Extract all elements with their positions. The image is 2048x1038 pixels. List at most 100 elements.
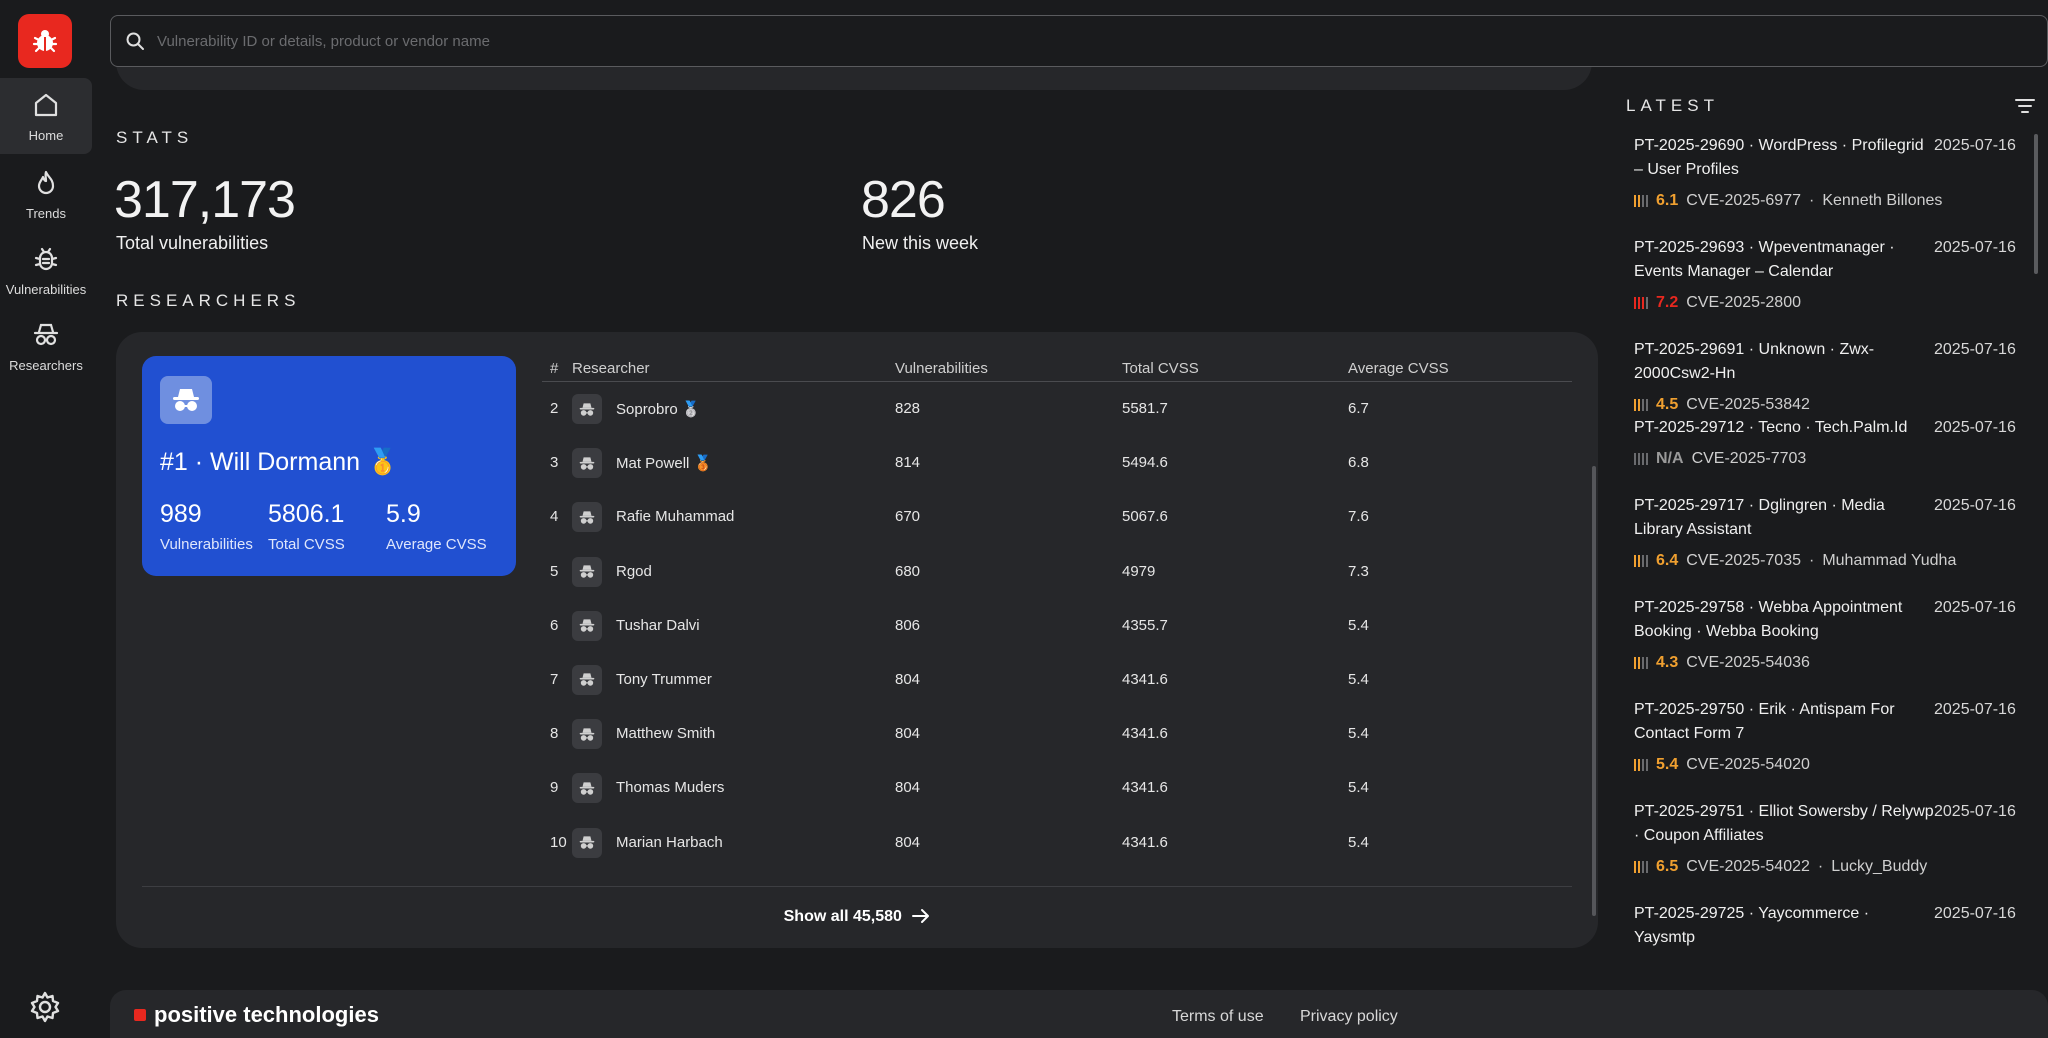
table-row[interactable]: 6 Tushar Dalvi 806 4355.7 5.4 (542, 599, 1572, 653)
author-name: Lucky_Buddy (1831, 858, 1928, 875)
latest-item-meta: 6.5 CVE-2025-54022 · Lucky_Buddy (1634, 858, 1927, 876)
row-researcher-name[interactable]: Rgod (616, 563, 652, 580)
row-total-cvss: 4979 (1122, 562, 1156, 580)
researcher-avatar (572, 664, 602, 695)
terms-link[interactable]: Terms of use (1172, 1008, 1264, 1026)
nav-home[interactable]: Home (0, 78, 92, 154)
total-vulnerabilities-value: 317,173 (114, 171, 296, 229)
spy-avatar-icon (579, 673, 595, 687)
table-row[interactable]: 3 Mat Powell 🥉 814 5494.6 6.8 (542, 436, 1572, 490)
row-rank: 8 (550, 725, 559, 743)
bug-icon (34, 247, 58, 270)
spy-avatar-icon (579, 727, 595, 741)
meta-separator: · (1809, 192, 1815, 209)
table-row[interactable]: 4 Rafie Muhammad 670 5067.6 7.6 (542, 490, 1572, 544)
row-average-cvss: 5.4 (1348, 670, 1369, 688)
col-rank: # (550, 360, 559, 377)
table-row[interactable]: 5 Rgod 680 4979 7.3 (542, 545, 1572, 599)
row-vulnerabilities: 804 (895, 725, 921, 743)
cvss-score: 6.4 (1656, 552, 1679, 569)
researcher-avatar (572, 556, 602, 587)
arrow-right-icon (912, 909, 930, 923)
table-row[interactable]: 10 Marian Harbach 804 4341.6 5.4 (542, 816, 1572, 870)
cve-id: CVE-2025-54036 (1686, 654, 1810, 671)
search-bar[interactable] (110, 15, 2048, 67)
row-researcher-name[interactable]: Rafie Muhammad (616, 508, 734, 525)
latest-feed: PT-2025-29690 · WordPress · Profilegrid … (1634, 134, 2024, 984)
col-vulnerabilities: Vulnerabilities (895, 360, 988, 377)
nav-home-label: Home (28, 127, 64, 143)
latest-item-title: PT-2025-29717 · Dglingren · Media Librar… (1634, 497, 1885, 538)
row-researcher-name[interactable]: Tushar Dalvi (616, 617, 700, 634)
researcher-avatar (572, 502, 602, 533)
row-researcher-name[interactable]: Marian Harbach (616, 834, 723, 851)
panel-scrollbar[interactable] (1592, 466, 1596, 916)
show-all-researchers-link[interactable]: Show all 45,580 (116, 908, 1598, 926)
latest-item-date: 2025-07-16 (1934, 701, 2016, 718)
latest-item-meta: 4.3 CVE-2025-54036 (1634, 654, 1810, 672)
top-researcher-name: #1 · Will Dormann 🥇 (160, 448, 399, 476)
show-all-label: Show all 45,580 (783, 908, 902, 925)
cvss-score: 5.4 (1656, 756, 1679, 773)
row-average-cvss: 5.4 (1348, 725, 1369, 743)
latest-item-title: PT-2025-29690 · WordPress · Profilegrid … (1634, 137, 1924, 178)
top-researcher-vulns: 989 (160, 500, 202, 528)
latest-item-meta: 4.5 CVE-2025-53842 (1634, 396, 1810, 414)
row-researcher-name[interactable]: Matthew Smith (616, 725, 715, 742)
severity-bars-icon (1634, 297, 1648, 309)
search-input[interactable] (157, 32, 1957, 50)
latest-item-date: 2025-07-16 (1934, 137, 2016, 154)
row-researcher-name[interactable]: Soprobro 🥈 (616, 400, 701, 418)
row-average-cvss: 6.7 (1348, 400, 1369, 417)
privacy-link[interactable]: Privacy policy (1300, 1008, 1398, 1026)
row-rank: 3 (550, 454, 559, 472)
app-logo[interactable] (18, 14, 72, 68)
spy-icon (33, 323, 59, 345)
row-vulnerabilities: 806 (895, 616, 921, 634)
nav-vulnerabilities[interactable]: Vulnerabilities (0, 232, 92, 308)
col-total-cvss: Total CVSS (1122, 360, 1199, 377)
new-this-week-value: 826 (861, 171, 946, 229)
table-row[interactable]: 2 Soprobro 🥈 828 5581.7 6.7 (542, 382, 1572, 436)
nav-researchers[interactable]: Researchers (0, 308, 92, 384)
cvss-score: 4.5 (1656, 396, 1679, 413)
table-row[interactable]: 8 Matthew Smith 804 4341.6 5.4 (542, 707, 1572, 761)
cvss-score: 6.1 (1656, 192, 1679, 209)
row-researcher-name[interactable]: Thomas Muders (616, 779, 724, 796)
row-total-cvss: 4341.6 (1122, 779, 1168, 797)
spy-avatar-icon (579, 836, 595, 849)
latest-item-date: 2025-07-16 (1934, 599, 2016, 616)
latest-item-date: 2025-07-16 (1934, 803, 2016, 820)
severity-bars-icon (1634, 555, 1648, 567)
nav-trends[interactable]: Trends (0, 156, 92, 232)
home-icon (34, 93, 58, 116)
latest-item-title: PT-2025-29758 · Webba Appointment Bookin… (1634, 599, 1903, 640)
row-vulnerabilities: 804 (895, 779, 921, 797)
table-row[interactable]: 9 Thomas Muders 804 4341.6 5.4 (542, 761, 1572, 815)
researcher-avatar (572, 773, 602, 804)
severity-bars-icon (1634, 759, 1648, 771)
filter-icon[interactable] (2014, 96, 2036, 116)
row-researcher-name[interactable]: Tony Trummer (616, 671, 712, 688)
researchers-heading: RESEARCHERS (116, 291, 301, 310)
top-researcher-card[interactable]: #1 · Will Dormann 🥇 989 5806.1 5.9 Vulne… (142, 356, 516, 576)
feed-scrollbar[interactable] (2034, 134, 2038, 274)
severity-bars-icon (1634, 195, 1648, 207)
latest-item-date: 2025-07-16 (1934, 419, 2016, 436)
spy-avatar-icon (579, 782, 595, 795)
row-researcher-name[interactable]: Mat Powell 🥉 (616, 454, 712, 472)
settings-gear-icon[interactable] (28, 990, 62, 1024)
cvss-score: 6.5 (1656, 858, 1679, 875)
brand-logo[interactable]: positive technologies (134, 1002, 379, 1028)
row-vulnerabilities: 804 (895, 833, 921, 851)
severity-bars-icon (1634, 657, 1648, 669)
researcher-avatar (572, 394, 602, 424)
top-researcher-avg-label: Average CVSS (386, 536, 487, 553)
footer: positive technologies Terms of use Priva… (110, 990, 2048, 1038)
spy-avatar-icon (579, 402, 595, 416)
spy-avatar-icon (579, 565, 595, 578)
latest-item-title: PT-2025-29691 · Unknown · Zwx-2000Csw2-H… (1634, 341, 1875, 382)
latest-item-meta: 6.1 CVE-2025-6977 · Kenneth Billones (1634, 192, 1942, 210)
row-total-cvss: 5494.6 (1122, 454, 1168, 472)
table-row[interactable]: 7 Tony Trummer 804 4341.6 5.4 (542, 653, 1572, 707)
